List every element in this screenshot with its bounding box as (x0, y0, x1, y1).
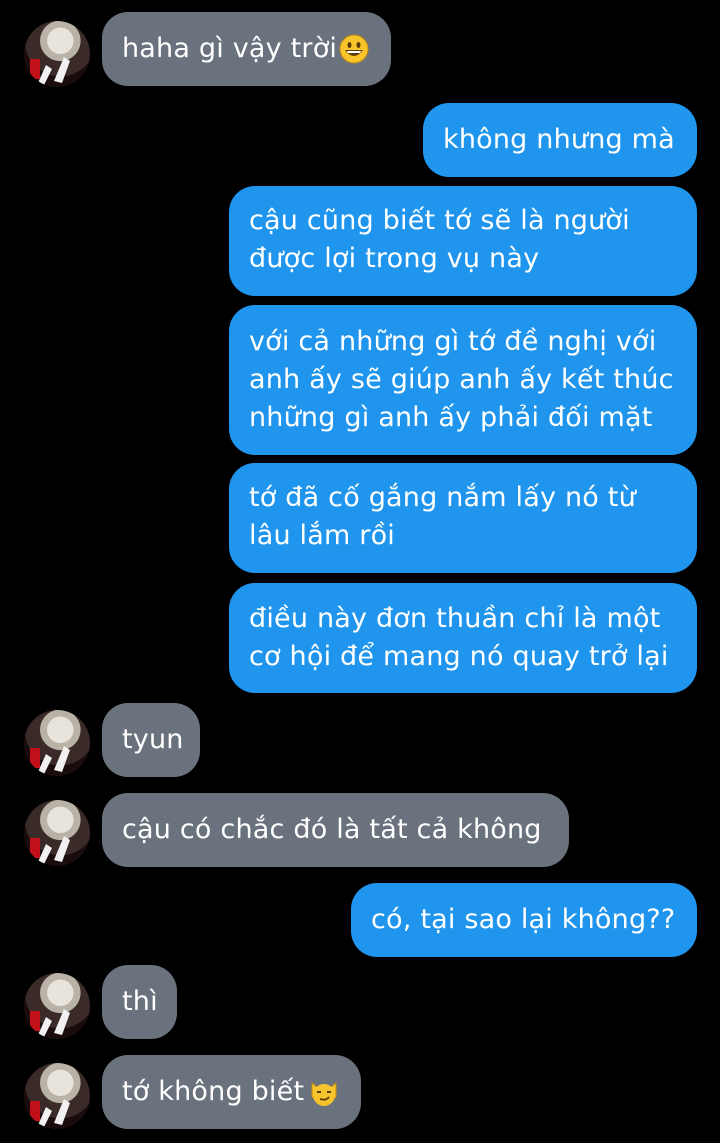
chat-thread: haha gì vậy trời không nhưng mà cậu cũng… (0, 0, 720, 1143)
message-text: haha gì vậy trời (122, 33, 338, 64)
message-bubble-received[interactable]: cậu có chắc đó là tất cả không (102, 793, 569, 867)
avatar[interactable] (24, 800, 90, 866)
message-bubble-received[interactable]: thì (102, 965, 177, 1039)
message-bubble-sent[interactable]: tớ đã cố gắng nắm lấy nó từ lâu lắm rồi (229, 463, 697, 573)
message-text: có, tại sao lại không?? (371, 904, 676, 935)
avatar[interactable] (24, 21, 90, 87)
message-bubble-sent[interactable]: với cả những gì tớ đề nghị với anh ấy sẽ… (229, 305, 697, 455)
message-text: cậu có chắc đó là tất cả không (122, 814, 542, 845)
message-text: không nhưng mà (443, 124, 675, 155)
message-bubble-sent[interactable]: không nhưng mà (423, 103, 697, 177)
avatar[interactable] (24, 1063, 90, 1129)
message-text: với cả những gì tớ đề nghị với anh ấy sẽ… (249, 326, 674, 433)
smirking-cat-icon (309, 1077, 339, 1107)
message-bubble-received[interactable]: tyun (102, 703, 200, 777)
grinning-face-icon (339, 34, 369, 64)
message-text: thì (122, 986, 158, 1017)
avatar[interactable] (24, 710, 90, 776)
avatar[interactable] (24, 973, 90, 1039)
message-bubble-sent[interactable]: có, tại sao lại không?? (351, 883, 697, 957)
message-text: tyun (122, 724, 184, 755)
message-bubble-sent[interactable]: điều này đơn thuần chỉ là một cơ hội để … (229, 583, 697, 693)
message-text: tớ đã cố gắng nắm lấy nó từ lâu lắm rồi (249, 482, 636, 551)
message-text: cậu cũng biết tớ sẽ là người được lợi tr… (249, 205, 630, 274)
message-text: điều này đơn thuần chỉ là một cơ hội để … (249, 603, 669, 672)
message-bubble-sent[interactable]: cậu cũng biết tớ sẽ là người được lợi tr… (229, 186, 697, 296)
